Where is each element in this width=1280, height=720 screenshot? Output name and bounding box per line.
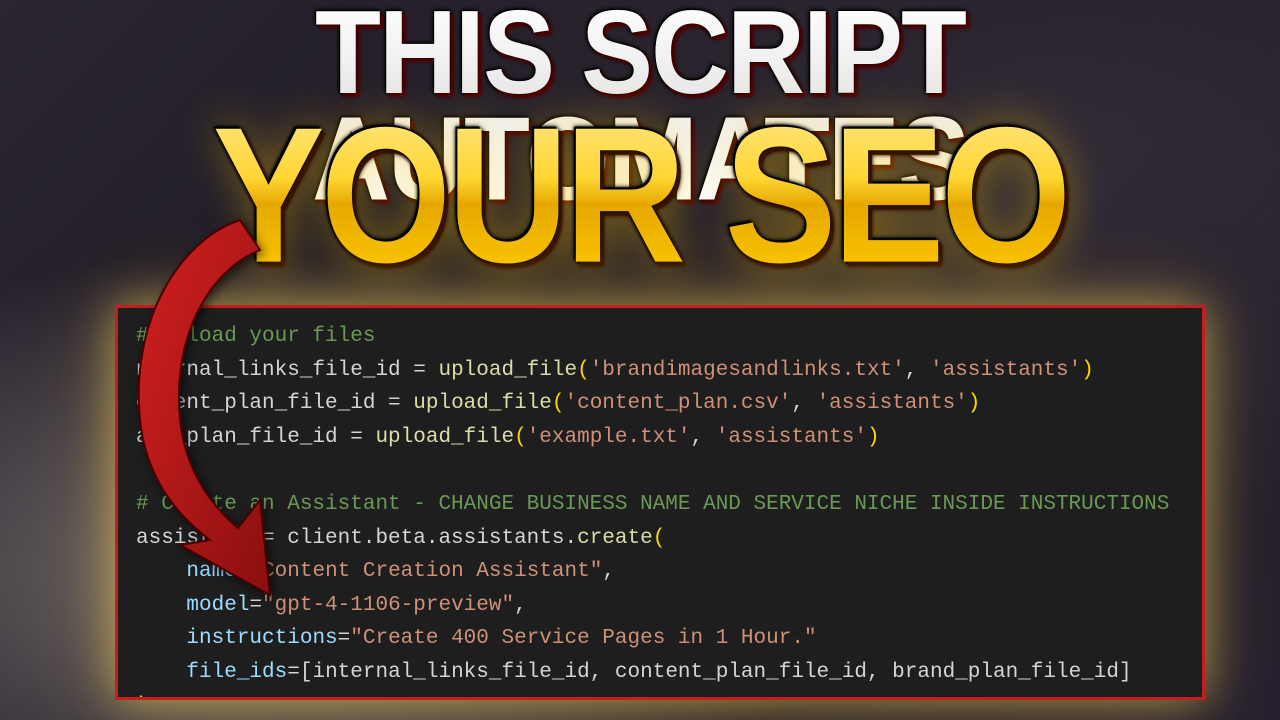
code-line: instructions="Create 400 Service Pages i…	[136, 622, 1184, 656]
code-line: )	[136, 690, 1184, 700]
code-line: file_ids=[internal_links_file_id, conten…	[136, 656, 1184, 690]
arrow-icon	[60, 200, 320, 600]
